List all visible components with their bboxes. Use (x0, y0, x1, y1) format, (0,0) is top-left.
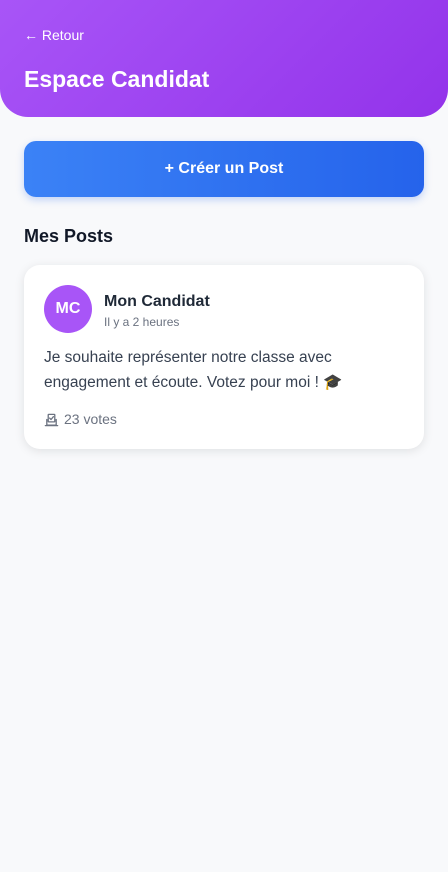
post-author: Mon Candidat (104, 293, 210, 310)
vote-count: 23 votes (44, 410, 117, 428)
post-text: Je souhaite représenter notre classe ave… (44, 349, 343, 391)
ballot-box-icon (44, 412, 59, 427)
back-link-label: ← Retour (24, 27, 84, 43)
post-timestamp: Il y a 2 heures (104, 315, 180, 329)
post-card[interactable]: MC Mon Candidat Il y a 2 heures Je souha… (24, 265, 424, 449)
page-title: Espace Candidat (24, 66, 210, 92)
section-title: Mes Posts (24, 226, 114, 246)
avatar: MC (44, 285, 92, 333)
back-link[interactable]: ← Retour (24, 26, 84, 44)
vote-count-label: 23 votes (64, 411, 117, 427)
header: ← Retour Espace Candidat (0, 0, 448, 117)
create-post-button[interactable]: + Créer un Post (24, 141, 424, 197)
